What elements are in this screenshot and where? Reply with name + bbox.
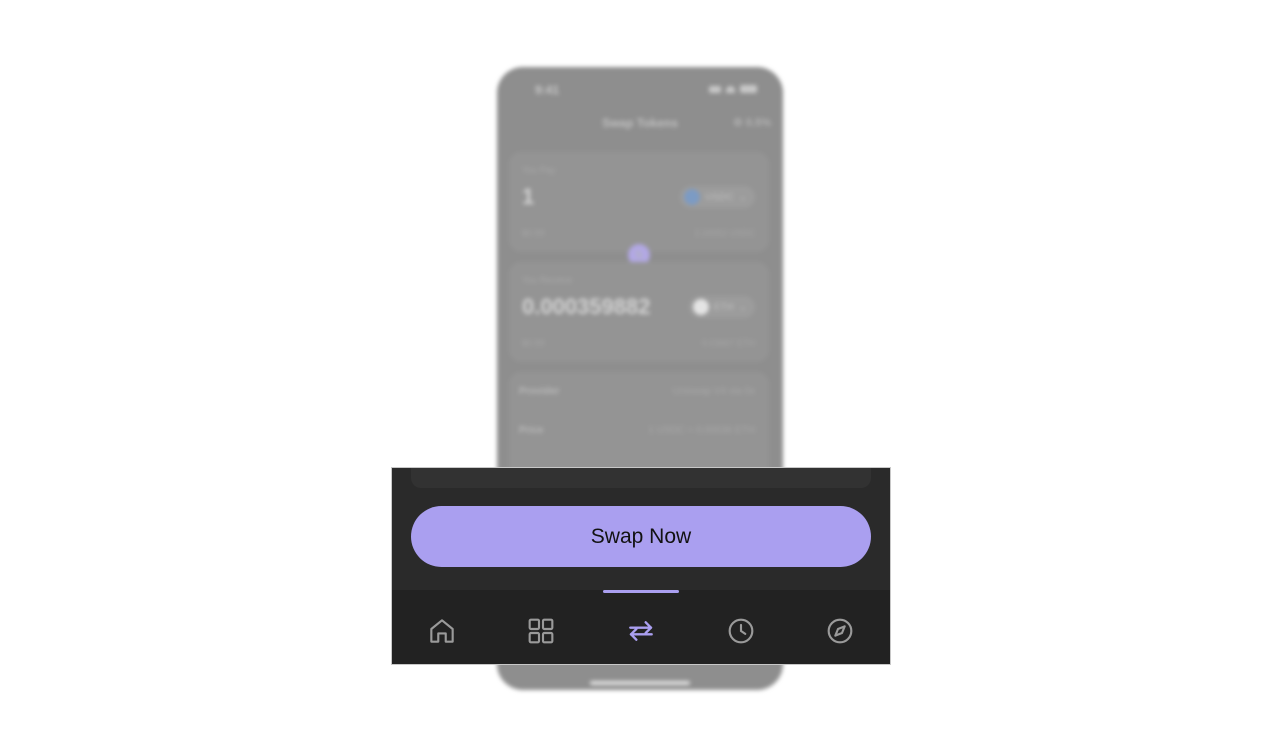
provider-value: Uniswap V4 via 0x bbox=[672, 386, 755, 397]
receive-balance: 0.03667 ETH bbox=[701, 338, 755, 348]
tab-explore[interactable] bbox=[790, 590, 890, 664]
focused-bottom-panel: Swap Now bbox=[391, 467, 891, 665]
pay-label: You Pay bbox=[522, 165, 556, 175]
status-icons bbox=[709, 85, 757, 93]
usdc-icon bbox=[684, 189, 701, 205]
chevron-down-icon: ⌄ bbox=[738, 301, 747, 313]
compass-icon bbox=[827, 618, 853, 644]
eth-icon bbox=[692, 299, 709, 315]
tab-swap[interactable] bbox=[591, 590, 691, 664]
home-icon bbox=[430, 619, 454, 643]
receive-fiat: $0.99 bbox=[522, 338, 545, 348]
price-label: Price bbox=[519, 425, 544, 436]
pay-amount[interactable]: 1 bbox=[522, 184, 534, 210]
receive-card: You Receive 0.000359882 ETH ⌄ $0.99 0.03… bbox=[509, 262, 769, 362]
receive-amount: 0.000359882 bbox=[522, 294, 651, 319]
grid-icon bbox=[528, 618, 554, 644]
receive-label: You Receive bbox=[522, 275, 573, 285]
clock-icon bbox=[728, 618, 753, 644]
signal-icon bbox=[709, 85, 721, 93]
price-value: 1 USDC ≈ 0.00036 ETH bbox=[648, 425, 755, 436]
receive-token-selector[interactable]: ETH ⌄ bbox=[688, 296, 755, 318]
chevron-down-icon: ⌄ bbox=[738, 191, 747, 203]
tab-history[interactable] bbox=[691, 590, 791, 664]
tab-home[interactable] bbox=[392, 590, 492, 664]
status-time: 9:41 bbox=[535, 83, 560, 97]
provider-label: Provider bbox=[519, 386, 560, 397]
pay-token-selector[interactable]: USDC ⌄ bbox=[680, 186, 755, 208]
swap-now-button[interactable]: Swap Now bbox=[411, 506, 871, 567]
details-card-bottom-edge bbox=[411, 468, 871, 488]
bottom-tab-bar bbox=[392, 590, 890, 664]
pay-fiat: $0.99 bbox=[522, 228, 545, 238]
wifi-icon bbox=[726, 85, 735, 93]
home-indicator bbox=[590, 681, 690, 685]
pay-card: You Pay 1 USDC ⌄ $0.99 2.24052 USDC bbox=[509, 152, 769, 252]
provider-row[interactable]: Provider Uniswap V4 via 0x bbox=[519, 386, 755, 397]
price-row: Price 1 USDC ≈ 0.00036 ETH bbox=[519, 425, 755, 436]
tab-apps[interactable] bbox=[492, 590, 592, 664]
slippage-value: 0.5% bbox=[745, 117, 771, 129]
active-tab-indicator bbox=[603, 590, 679, 593]
slippage-setting[interactable]: ⚙ 0.5% bbox=[733, 116, 771, 129]
battery-icon bbox=[740, 85, 757, 93]
pay-token-symbol: USDC bbox=[705, 191, 734, 203]
receive-token-symbol: ETH bbox=[713, 301, 734, 313]
pay-balance: 2.24052 USDC bbox=[694, 228, 755, 238]
swap-arrows-icon bbox=[629, 621, 653, 641]
swap-arrows-icon: ⇅ bbox=[634, 249, 644, 261]
